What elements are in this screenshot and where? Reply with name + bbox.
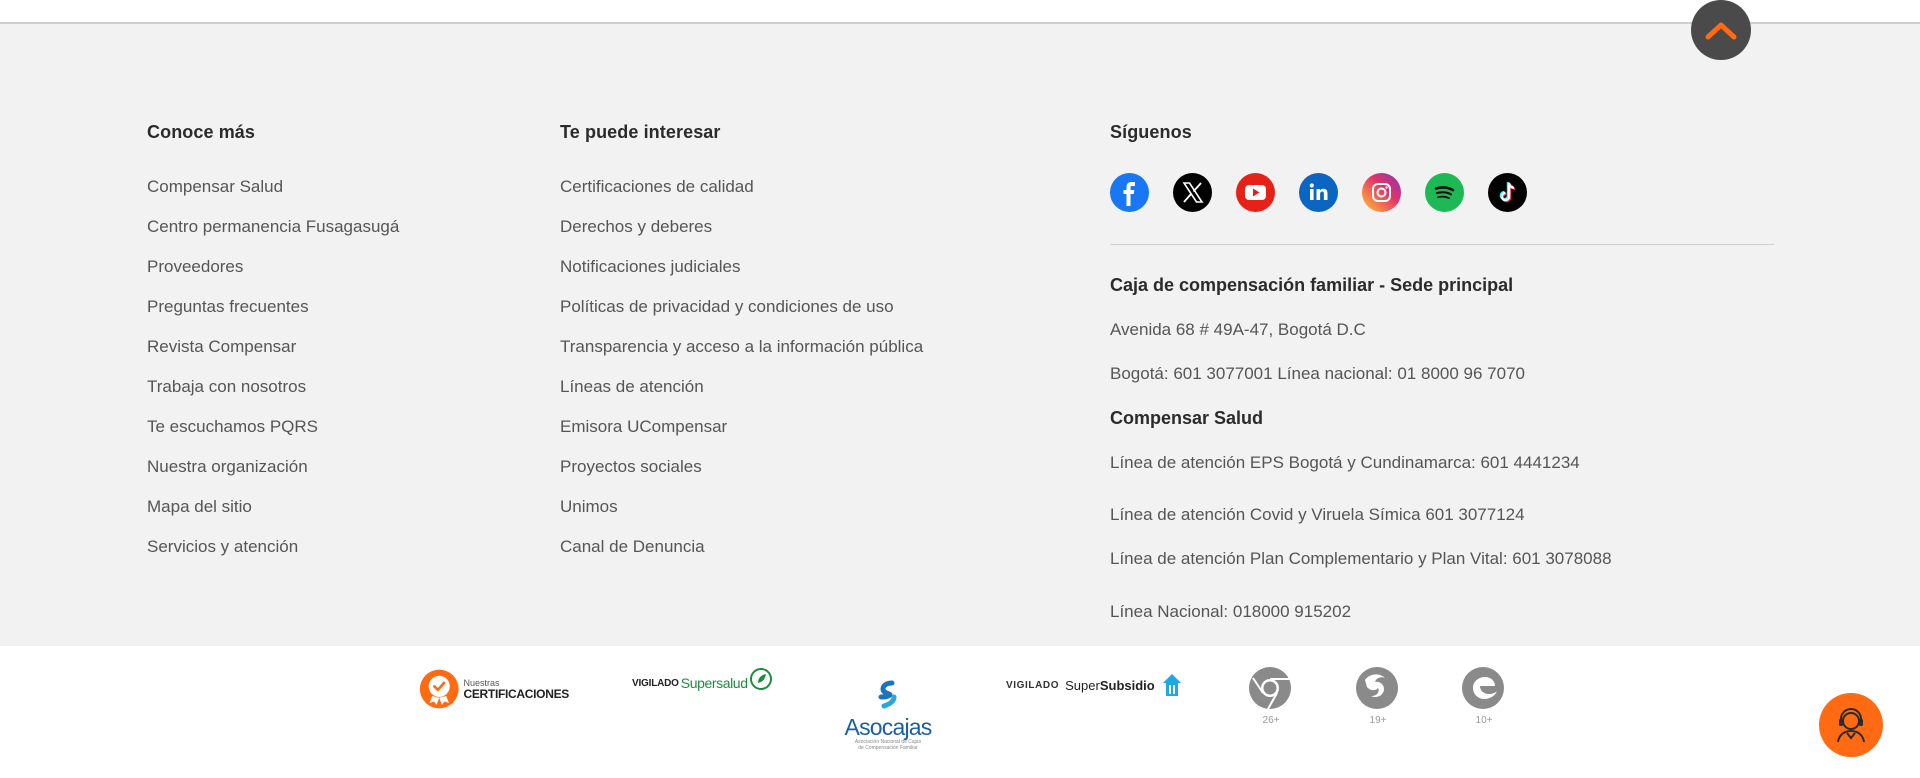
house-icon — [1162, 674, 1181, 696]
supersalud-vigilado-text: VIGILADO — [632, 677, 679, 689]
footer-link[interactable]: Proveedores — [147, 257, 399, 297]
address: Avenida 68 # 49A-47, Bogotá D.C — [1110, 320, 1366, 339]
firefox-version: 19+ — [1369, 715, 1387, 726]
footer-link[interactable]: Te escuchamos PQRS — [147, 417, 399, 457]
asocajas-text: Asocajas — [844, 714, 933, 740]
chevron-up-icon — [1705, 22, 1737, 40]
footer-link[interactable]: Canal de Denuncia — [560, 537, 923, 577]
footer-column-interesar: Te puede interesar Certificaciones de ca… — [560, 122, 923, 577]
logo-band: Nuestras CERTIFICACIONES VIGILADO Supers… — [0, 646, 1920, 778]
footer-link[interactable]: Emisora UCompensar — [560, 417, 923, 457]
footer-column-siguenos: Síguenos Caja de compensación familiar -… — [1110, 122, 1774, 622]
linkedin-icon[interactable] — [1299, 173, 1338, 212]
instagram-icon[interactable] — [1362, 173, 1401, 212]
column-title: Conoce más — [147, 122, 256, 142]
column-title: Síguenos — [1110, 122, 1192, 142]
firefox-icon — [1356, 667, 1398, 709]
chrome-icon — [1249, 667, 1291, 710]
contact-line: Línea de atención Plan Complementario y … — [1110, 549, 1612, 568]
supersalud-text: Supersalud — [680, 675, 748, 691]
footer-link[interactable]: Compensar Salud — [147, 177, 399, 217]
x-twitter-icon[interactable] — [1173, 173, 1212, 212]
footer-link[interactable]: Proyectos sociales — [560, 457, 923, 497]
contact-line: Línea de atención EPS Bogotá y Cundinama… — [1110, 453, 1580, 472]
footer-link[interactable]: Unimos — [560, 497, 923, 537]
footer-link[interactable]: Trabaja con nosotros — [147, 377, 399, 417]
footer-link[interactable]: Centro permanencia Fusagasugá — [147, 217, 399, 257]
contact-line: Línea Nacional: 018000 915202 — [1110, 602, 1352, 621]
footer-link[interactable]: Líneas de atención — [560, 377, 923, 417]
column-title: Te puede interesar — [560, 122, 721, 142]
footer-link[interactable]: Certificaciones de calidad — [560, 177, 923, 217]
supersalud-logo[interactable]: VIGILADO Supersalud — [632, 668, 773, 698]
footer-link[interactable]: Preguntas frecuentes — [147, 297, 399, 337]
support-agent-icon — [1837, 708, 1865, 743]
spotify-icon[interactable] — [1425, 173, 1464, 212]
edge-icon — [1462, 667, 1504, 709]
footer-link[interactable]: Políticas de privacidad y condiciones de… — [560, 297, 923, 337]
browser-chrome: 26+ — [1248, 666, 1294, 726]
site-footer: Conoce más Compensar Salud Centro perman… — [0, 24, 1920, 646]
divider — [1110, 244, 1774, 245]
chrome-version: 26+ — [1262, 715, 1280, 726]
footer-link[interactable]: Transparencia y acceso a la información … — [560, 337, 923, 377]
supersubsidio-logo[interactable]: VIGILADO Super Subsidio — [1006, 670, 1183, 700]
tiktok-icon[interactable] — [1488, 173, 1527, 212]
footer-link[interactable]: Revista Compensar — [147, 337, 399, 377]
asocajas-sub2: de Compensación Familiar — [858, 745, 918, 751]
link-list: Compensar Salud Centro permanencia Fusag… — [147, 177, 399, 577]
certification-badge-icon — [419, 669, 459, 709]
scroll-top-button[interactable] — [1691, 0, 1751, 60]
browser-edge: 10+ — [1461, 666, 1507, 726]
link-list: Certificaciones de calidad Derechos y de… — [560, 177, 923, 577]
certificaciones-logo[interactable]: Nuestras CERTIFICACIONES — [419, 666, 569, 712]
edge-version: 10+ — [1475, 715, 1493, 726]
asocajas-logo[interactable]: Asocajas Asociación Nacional de Cajas de… — [840, 680, 936, 751]
browser-firefox: 19+ — [1355, 666, 1401, 726]
footer-link[interactable]: Mapa del sitio — [147, 497, 399, 537]
youtube-icon[interactable] — [1236, 173, 1275, 212]
cert-big-text: CERTIFICACIONES — [463, 686, 569, 701]
footer-link[interactable]: Nuestra organización — [147, 457, 399, 497]
leaf-icon — [749, 668, 772, 690]
facebook-icon[interactable] — [1110, 173, 1149, 212]
footer-link[interactable]: Servicios y atención — [147, 537, 399, 577]
support-chat-button[interactable] — [1819, 693, 1883, 757]
salud-title: Compensar Salud — [1110, 408, 1264, 428]
supersubsidio-super-text: Super — [1065, 677, 1100, 693]
footer-link[interactable]: Notificaciones judiciales — [560, 257, 923, 297]
phones: Bogotá: 601 3077001 Línea nacional: 01 8… — [1110, 364, 1525, 383]
social-icons — [1110, 173, 1774, 212]
asocajas-mark-icon — [878, 680, 897, 709]
sede-title: Caja de compensación familiar - Sede pri… — [1110, 275, 1514, 295]
footer-column-conoce: Conoce más Compensar Salud Centro perman… — [147, 122, 399, 577]
page: Conoce más Compensar Salud Centro perman… — [0, 0, 1920, 778]
supersubsidio-subsidio-text: Subsidio — [1099, 677, 1155, 693]
footer-link[interactable]: Derechos y deberes — [560, 217, 923, 257]
top-strip — [0, 0, 1920, 24]
contact-line: Línea de atención Covid y Viruela Símica… — [1110, 505, 1525, 524]
supersubsidio-vigilado-text: VIGILADO — [1006, 679, 1060, 691]
